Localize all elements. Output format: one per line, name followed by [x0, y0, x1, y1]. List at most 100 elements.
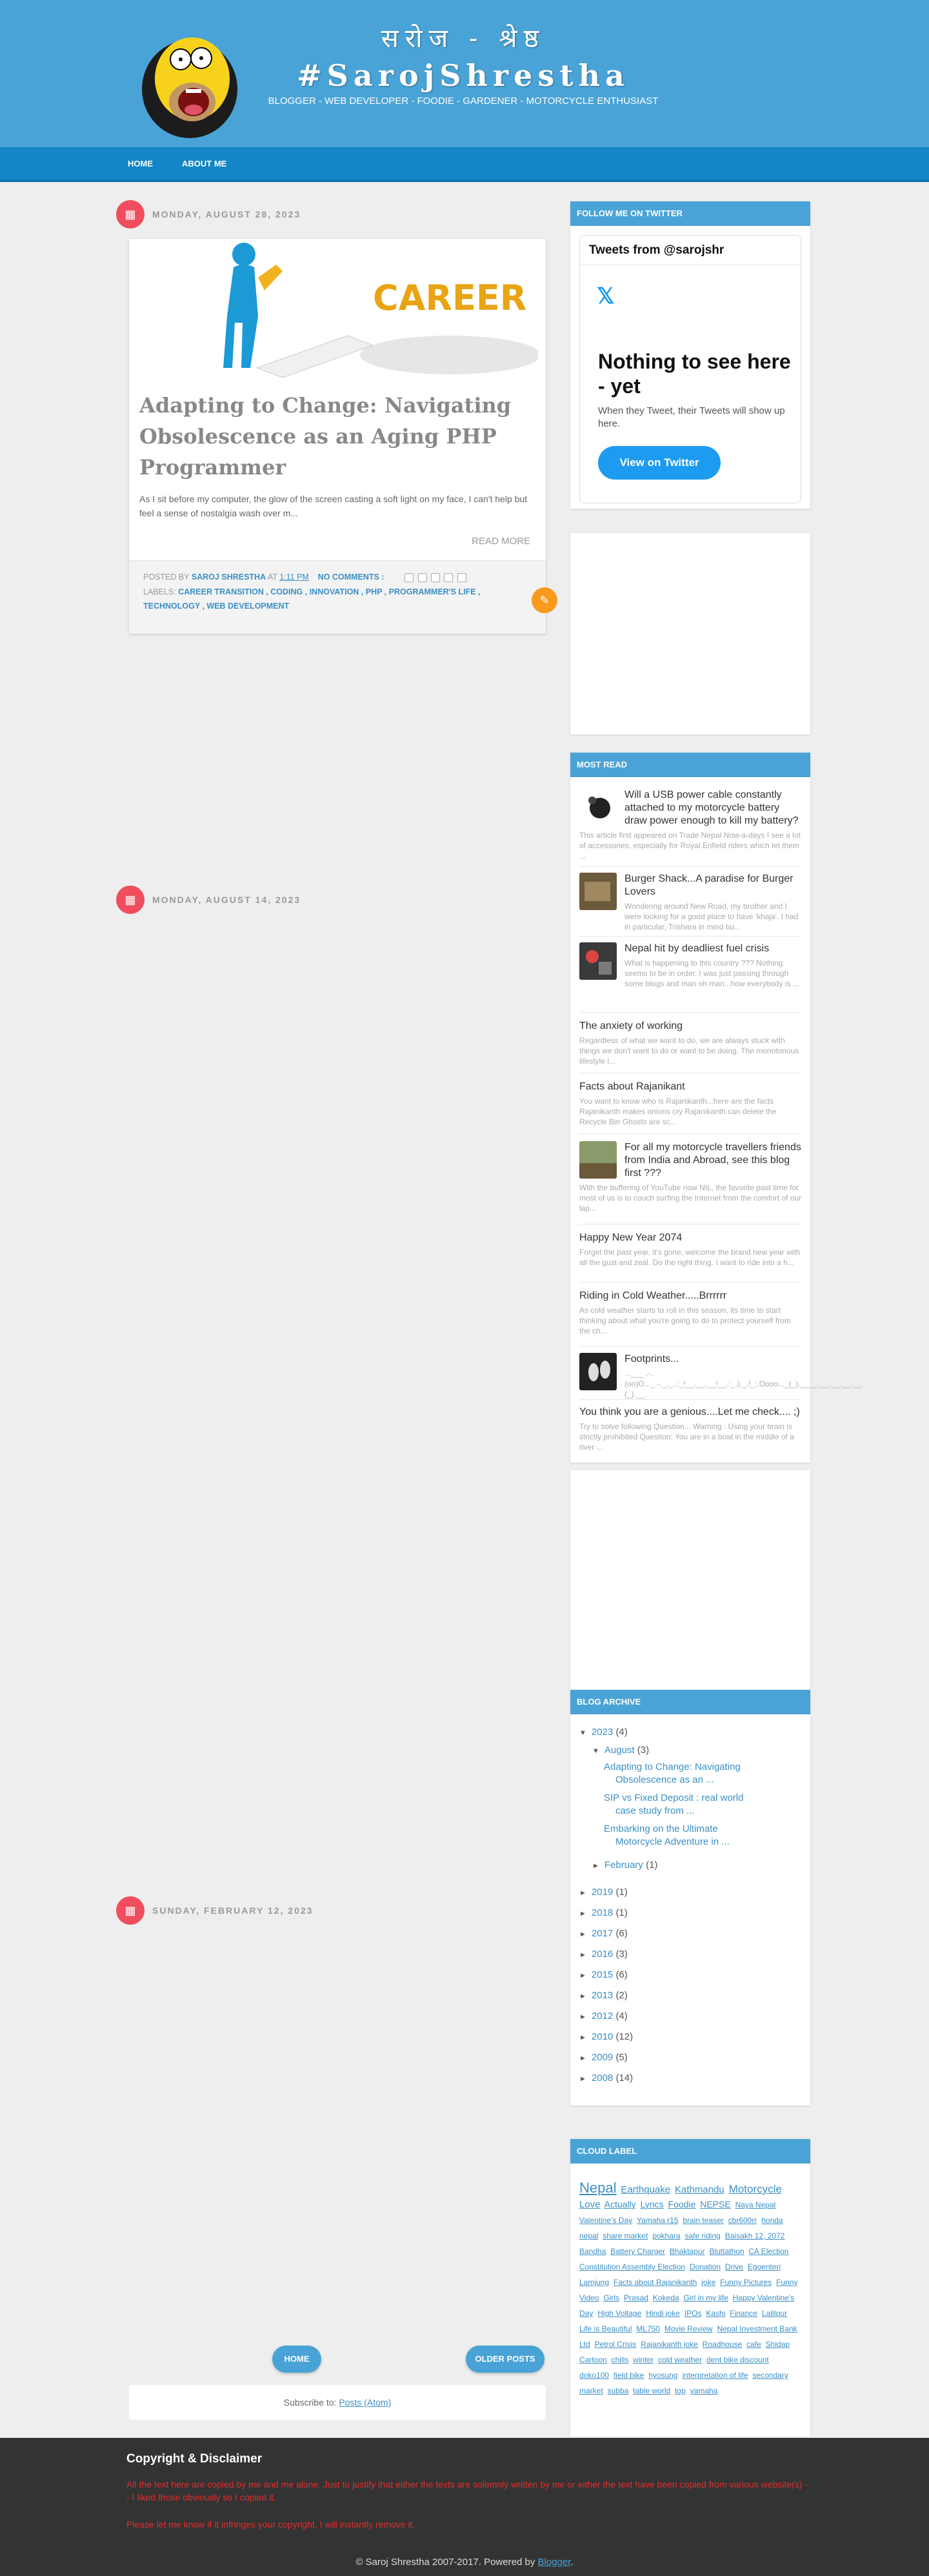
- list-item[interactable]: Nepal hit by deadliest fuel crisis What …: [579, 942, 803, 989]
- cloud-label-link[interactable]: cafe: [746, 2340, 761, 2349]
- cloud-label-link[interactable]: Petrol Crisis: [595, 2340, 637, 2349]
- cloud-label-link[interactable]: NEPSE: [700, 2199, 730, 2209]
- archive-year-link[interactable]: 2010: [592, 2031, 613, 2042]
- archive-year[interactable]: ► 2015 (6): [579, 1969, 628, 1982]
- collapsed-triangle-icon[interactable]: ►: [579, 2075, 586, 2083]
- author-link[interactable]: SAROJ SHRESTHA: [192, 573, 266, 582]
- archive-post-link[interactable]: SIP vs Fixed Deposit : real world case s…: [604, 1792, 765, 1818]
- list-item[interactable]: You think you are a genious....Let me ch…: [579, 1406, 803, 1452]
- expanded-triangle-icon[interactable]: ▼: [579, 1729, 586, 1737]
- cloud-label-link[interactable]: brain teaser: [683, 2216, 723, 2225]
- most-read-title[interactable]: Burger Shack...A paradise for Burger Lov…: [624, 873, 803, 898]
- cloud-label-link[interactable]: Kashi: [706, 2309, 725, 2318]
- archive-year-link[interactable]: 2015: [592, 1969, 613, 1980]
- cloud-label-link[interactable]: ML750: [636, 2324, 660, 2333]
- cloud-label-link[interactable]: Battery Charger: [610, 2247, 665, 2256]
- read-more-link[interactable]: READ MORE: [472, 536, 530, 547]
- cloud-label-link[interactable]: Bluttathon: [709, 2247, 744, 2256]
- labels-links[interactable]: CAREER TRANSITION , CODING , INNOVATION …: [143, 587, 481, 611]
- list-item[interactable]: For all my motorcycle travellers friends…: [579, 1141, 803, 1213]
- cloud-label-link[interactable]: doko100: [579, 2371, 609, 2380]
- site-title[interactable]: #SarojShrestha: [263, 58, 663, 93]
- archive-month-february[interactable]: ► February (1): [592, 1859, 657, 1872]
- edit-pencil-icon[interactable]: ✎: [532, 587, 557, 613]
- archive-year[interactable]: ► 2010 (12): [579, 2031, 633, 2044]
- share-pinterest-icon[interactable]: [457, 573, 466, 583]
- nav-home-link[interactable]: HOME: [128, 159, 153, 168]
- archive-post-link[interactable]: Embarking on the Ultimate Motorcycle Adv…: [604, 1823, 765, 1849]
- cloud-label-link[interactable]: safe riding: [684, 2231, 720, 2240]
- list-item[interactable]: Riding in Cold Weather.....Brrrrrr As co…: [579, 1290, 803, 1336]
- share-facebook-icon[interactable]: [444, 573, 454, 583]
- cloud-label-link[interactable]: subba: [608, 2386, 629, 2395]
- most-read-title[interactable]: For all my motorcycle travellers friends…: [624, 1141, 803, 1180]
- archive-year-link[interactable]: 2009: [592, 2052, 613, 2063]
- cloud-label-link[interactable]: Funny Pictures: [720, 2278, 772, 2287]
- cloud-label-link[interactable]: Lalitpur: [762, 2309, 787, 2318]
- cloud-label-link[interactable]: Drive: [725, 2262, 743, 2271]
- cloud-label-link[interactable]: top: [675, 2386, 686, 2395]
- most-read-title[interactable]: You think you are a genious....Let me ch…: [579, 1406, 803, 1419]
- collapsed-triangle-icon[interactable]: ►: [579, 2054, 586, 2062]
- cloud-label-link[interactable]: Egoenteri: [748, 2262, 781, 2271]
- archive-year-link[interactable]: 2023: [592, 1727, 613, 1738]
- archive-year-link[interactable]: 2017: [592, 1928, 613, 1939]
- most-read-title[interactable]: Happy New Year 2074: [579, 1232, 803, 1244]
- cloud-label-link[interactable]: Rajanikanth joke: [641, 2340, 698, 2349]
- cloud-label-link[interactable]: pokhara: [652, 2231, 680, 2240]
- view-on-twitter-button[interactable]: View on Twitter: [598, 446, 721, 480]
- archive-month-link[interactable]: August: [604, 1745, 635, 1756]
- cloud-label-link[interactable]: share market: [603, 2231, 648, 2240]
- cloud-label-link[interactable]: cold weather: [658, 2355, 702, 2364]
- collapsed-triangle-icon[interactable]: ►: [579, 1889, 586, 1897]
- cloud-label-link[interactable]: Motorcycle: [729, 2183, 782, 2195]
- cloud-label-link[interactable]: Naya Nepal: [735, 2200, 776, 2209]
- cloud-label-link[interactable]: Valentine's Day: [579, 2216, 632, 2225]
- collapsed-triangle-icon[interactable]: ►: [579, 1993, 586, 2000]
- list-item[interactable]: The anxiety of working Regardless of wha…: [579, 1020, 803, 1066]
- list-item[interactable]: Footprints... ...___ .-.(oo)O..._.-._._.…: [579, 1353, 863, 1399]
- post-image[interactable]: CAREER: [179, 239, 538, 385]
- collapsed-triangle-icon[interactable]: ►: [579, 2034, 586, 2042]
- cloud-label-link[interactable]: Facts about Rajanikanth: [614, 2278, 697, 2287]
- cloud-label-link[interactable]: yamaha: [690, 2386, 718, 2395]
- tweets-from-title[interactable]: Tweets from @sarojshr: [580, 236, 801, 265]
- post-title[interactable]: Adapting to Change: Navigating Obsolesce…: [139, 390, 533, 483]
- cloud-label-link[interactable]: Constitution Assembly Election: [579, 2262, 685, 2271]
- cloud-label-link[interactable]: Kathmandu: [675, 2184, 724, 2195]
- cloud-label-link[interactable]: Baisakh 12, 2072: [725, 2231, 785, 2240]
- comments-link[interactable]: NO COMMENTS :: [318, 573, 385, 582]
- archive-year-link[interactable]: 2013: [592, 1990, 613, 2001]
- collapsed-triangle-icon[interactable]: ►: [579, 2013, 586, 2021]
- most-read-title[interactable]: Will a USB power cable constantly attach…: [624, 789, 803, 827]
- nav-about-link[interactable]: ABOUT ME: [182, 159, 226, 168]
- archive-year[interactable]: ► 2017 (6): [579, 1927, 628, 1941]
- cloud-label-link[interactable]: Nepal: [579, 2180, 616, 2196]
- collapsed-triangle-icon[interactable]: ►: [579, 1972, 586, 1980]
- most-read-title[interactable]: Nepal hit by deadliest fuel crisis: [624, 942, 803, 955]
- subscribe-atom-link[interactable]: Posts (Atom): [339, 2397, 391, 2408]
- archive-year-link[interactable]: 2019: [592, 1887, 613, 1898]
- cloud-label-link[interactable]: Yamaha r15: [637, 2216, 678, 2225]
- archive-year[interactable]: ► 2018 (1): [579, 1907, 628, 1920]
- cloud-label-link[interactable]: Lamjung: [579, 2278, 609, 2287]
- expanded-triangle-icon[interactable]: ▼: [592, 1747, 599, 1755]
- archive-month-link[interactable]: February: [604, 1860, 643, 1871]
- share-twitter-icon[interactable]: [430, 573, 440, 583]
- cloud-label-link[interactable]: Life is Beautiful: [579, 2324, 632, 2333]
- blogger-link[interactable]: Blogger: [538, 2557, 571, 2568]
- cloud-label-link[interactable]: field bike: [614, 2371, 644, 2380]
- cloud-label-link[interactable]: table world: [633, 2386, 670, 2395]
- archive-year[interactable]: ► 2016 (3): [579, 1948, 628, 1962]
- collapsed-triangle-icon[interactable]: ►: [579, 1931, 586, 1938]
- email-post-icon[interactable]: [405, 573, 414, 583]
- list-item[interactable]: Will a USB power cable constantly attach…: [579, 789, 803, 861]
- list-item[interactable]: Burger Shack...A paradise for Burger Lov…: [579, 873, 803, 932]
- cloud-label-link[interactable]: Bhaktapur: [670, 2247, 705, 2256]
- collapsed-triangle-icon[interactable]: ►: [579, 1910, 586, 1918]
- cloud-label-link[interactable]: Shidap: [766, 2340, 790, 2349]
- cloud-label-link[interactable]: winter: [633, 2355, 654, 2364]
- cloud-label-link[interactable]: Girl in my life: [683, 2293, 728, 2302]
- archive-year-link[interactable]: 2008: [592, 2073, 613, 2084]
- archive-year-2023[interactable]: ▼ 2023 (4): [579, 1726, 628, 1739]
